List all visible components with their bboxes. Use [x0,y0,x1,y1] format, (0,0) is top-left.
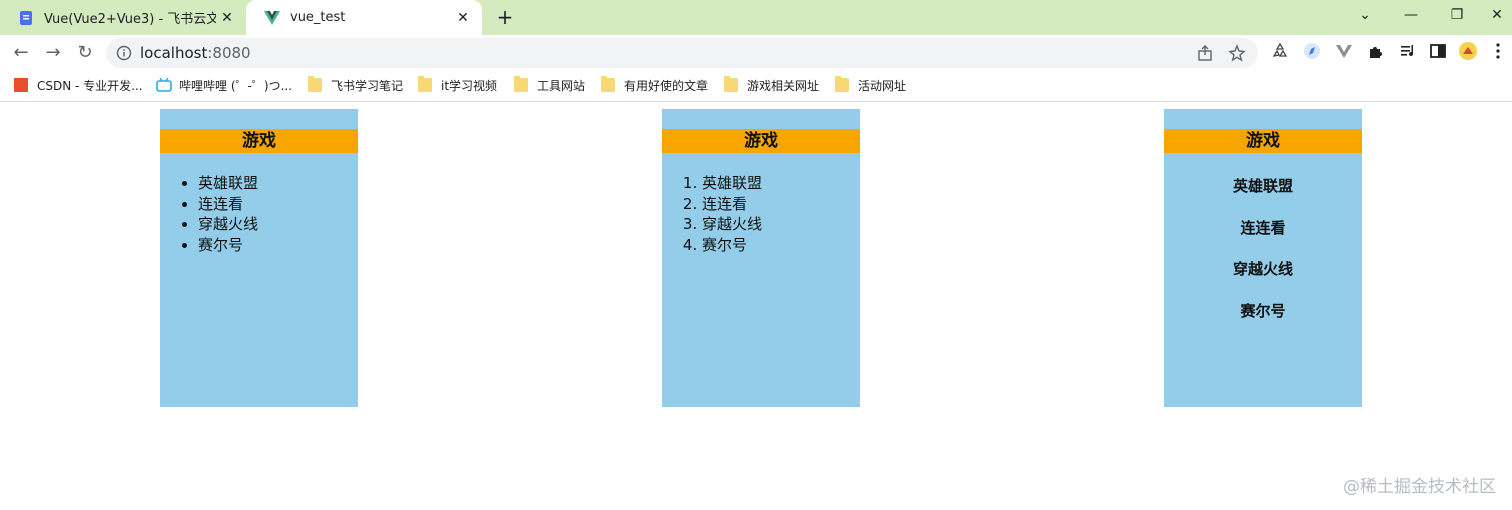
list-item: 赛尔号 [198,235,258,256]
game-card-unordered: 游戏 英雄联盟 连连看 穿越火线 赛尔号 [160,109,358,407]
tab-title: Vue(Vue2+Vue3) - 飞书云文档 [44,12,216,27]
tab-strip: Vue(Vue2+Vue3) - 飞书云文档 ✕ vue_test ✕ + ⌄ … [0,0,1512,35]
bookmark-label: it学习视频 [441,78,498,93]
bookmark-label: 活动网址 [858,78,907,93]
list-item: 英雄联盟 [198,173,258,194]
back-icon[interactable]: ← [8,40,34,66]
bookmark-label: CSDN - 专业开发... [37,78,143,93]
csdn-icon [14,78,28,92]
reload-icon[interactable]: ↻ [72,40,98,66]
game-list: 英雄联盟 连连看 穿越火线 赛尔号 [662,173,762,255]
address-bar[interactable]: localhost:8080 [106,38,1258,68]
list-item: 连连看 [702,194,762,215]
browser-chrome: Vue(Vue2+Vue3) - 飞书云文档 ✕ vue_test ✕ + ⌄ … [0,0,1512,102]
list-item: 赛尔号 [702,235,762,256]
list-item: 英雄联盟 [702,173,762,194]
feishu-doc-icon [18,10,34,26]
folder-icon [514,76,528,92]
game-link[interactable]: 英雄联盟 [1164,175,1362,217]
watermark: @稀土掘金技术社区 [1343,477,1496,497]
folder-icon [724,76,738,92]
game-link[interactable]: 穿越火线 [1164,258,1362,300]
info-icon[interactable] [116,45,132,61]
minimize-icon[interactable]: — [1388,0,1434,32]
card-title: 游戏 [160,129,358,153]
bookmark-csdn[interactable]: CSDN - 专业开发... [14,70,143,100]
list-item: 穿越火线 [702,214,762,235]
media-control-icon[interactable] [1398,41,1418,61]
bookmark-folder-feishu-notes[interactable]: 飞书学习笔记 [308,70,403,100]
forward-icon[interactable]: → [40,40,66,66]
bookmark-folder-it-videos[interactable]: it学习视频 [418,70,497,100]
bookmark-star-icon[interactable] [1228,44,1246,62]
bookmark-label: 哔哩哔哩 (゜-゜)つ... [179,78,292,93]
game-card-ordered: 游戏 英雄联盟 连连看 穿越火线 赛尔号 [662,109,860,407]
bookmark-folder-games[interactable]: 游戏相关网址 [724,70,819,100]
close-tab-icon[interactable]: ✕ [452,10,474,26]
browser-toolbar: ← → ↻ localhost:8080 [0,35,1512,70]
menu-kebab-icon[interactable] [1492,41,1504,61]
url-text: localhost:8080 [140,44,251,62]
game-card-links: 游戏 英雄联盟 连连看 穿越火线 赛尔号 [1164,109,1362,407]
bilibili-icon [156,77,172,92]
extensions-puzzle-icon[interactable] [1366,41,1386,61]
tab-vue-test[interactable]: vue_test ✕ [246,0,482,35]
share-icon[interactable] [1196,44,1214,62]
game-link[interactable]: 连连看 [1164,217,1362,259]
card-title: 游戏 [1164,129,1362,153]
list-item: 穿越火线 [198,214,258,235]
folder-icon [835,76,849,92]
bookmark-label: 有用好使的文章 [624,78,709,93]
bookmark-label: 工具网站 [537,78,586,93]
game-link-list: 英雄联盟 连连看 穿越火线 赛尔号 [1164,175,1362,341]
tab-search-icon[interactable]: ⌄ [1342,0,1388,32]
bookmark-folder-events[interactable]: 活动网址 [835,70,906,100]
bookmark-folder-articles[interactable]: 有用好使的文章 [601,70,708,100]
vue-devtools-icon[interactable] [1334,41,1354,61]
tab-title: vue_test [290,10,346,25]
bookmarks-bar: CSDN - 专业开发... 哔哩哔哩 (゜-゜)つ... 飞书学习笔记 it学… [0,70,1512,102]
vue-logo-icon [264,10,280,26]
compass-extension-icon[interactable] [1302,41,1322,61]
close-window-icon[interactable]: ✕ [1474,0,1512,32]
folder-icon [308,76,322,92]
folder-icon [601,76,615,92]
bookmark-folder-tools[interactable]: 工具网站 [514,70,585,100]
folder-icon [418,76,432,92]
tab-feishu-doc[interactable]: Vue(Vue2+Vue3) - 飞书云文档 ✕ [0,0,246,35]
recycle-extension-icon[interactable] [1270,41,1290,61]
bookmark-label: 游戏相关网址 [747,78,820,93]
list-item: 连连看 [198,194,258,215]
card-title: 游戏 [662,129,860,153]
side-panel-icon[interactable] [1428,41,1448,61]
close-tab-icon[interactable]: ✕ [216,10,238,26]
game-link[interactable]: 赛尔号 [1164,300,1362,342]
bookmark-bilibili[interactable]: 哔哩哔哩 (゜-゜)つ... [156,70,292,100]
bookmark-label: 飞书学习笔记 [331,78,404,93]
game-list: 英雄联盟 连连看 穿越火线 赛尔号 [160,173,258,255]
new-tab-icon[interactable]: + [494,6,516,28]
profile-avatar-icon[interactable] [1458,41,1478,61]
